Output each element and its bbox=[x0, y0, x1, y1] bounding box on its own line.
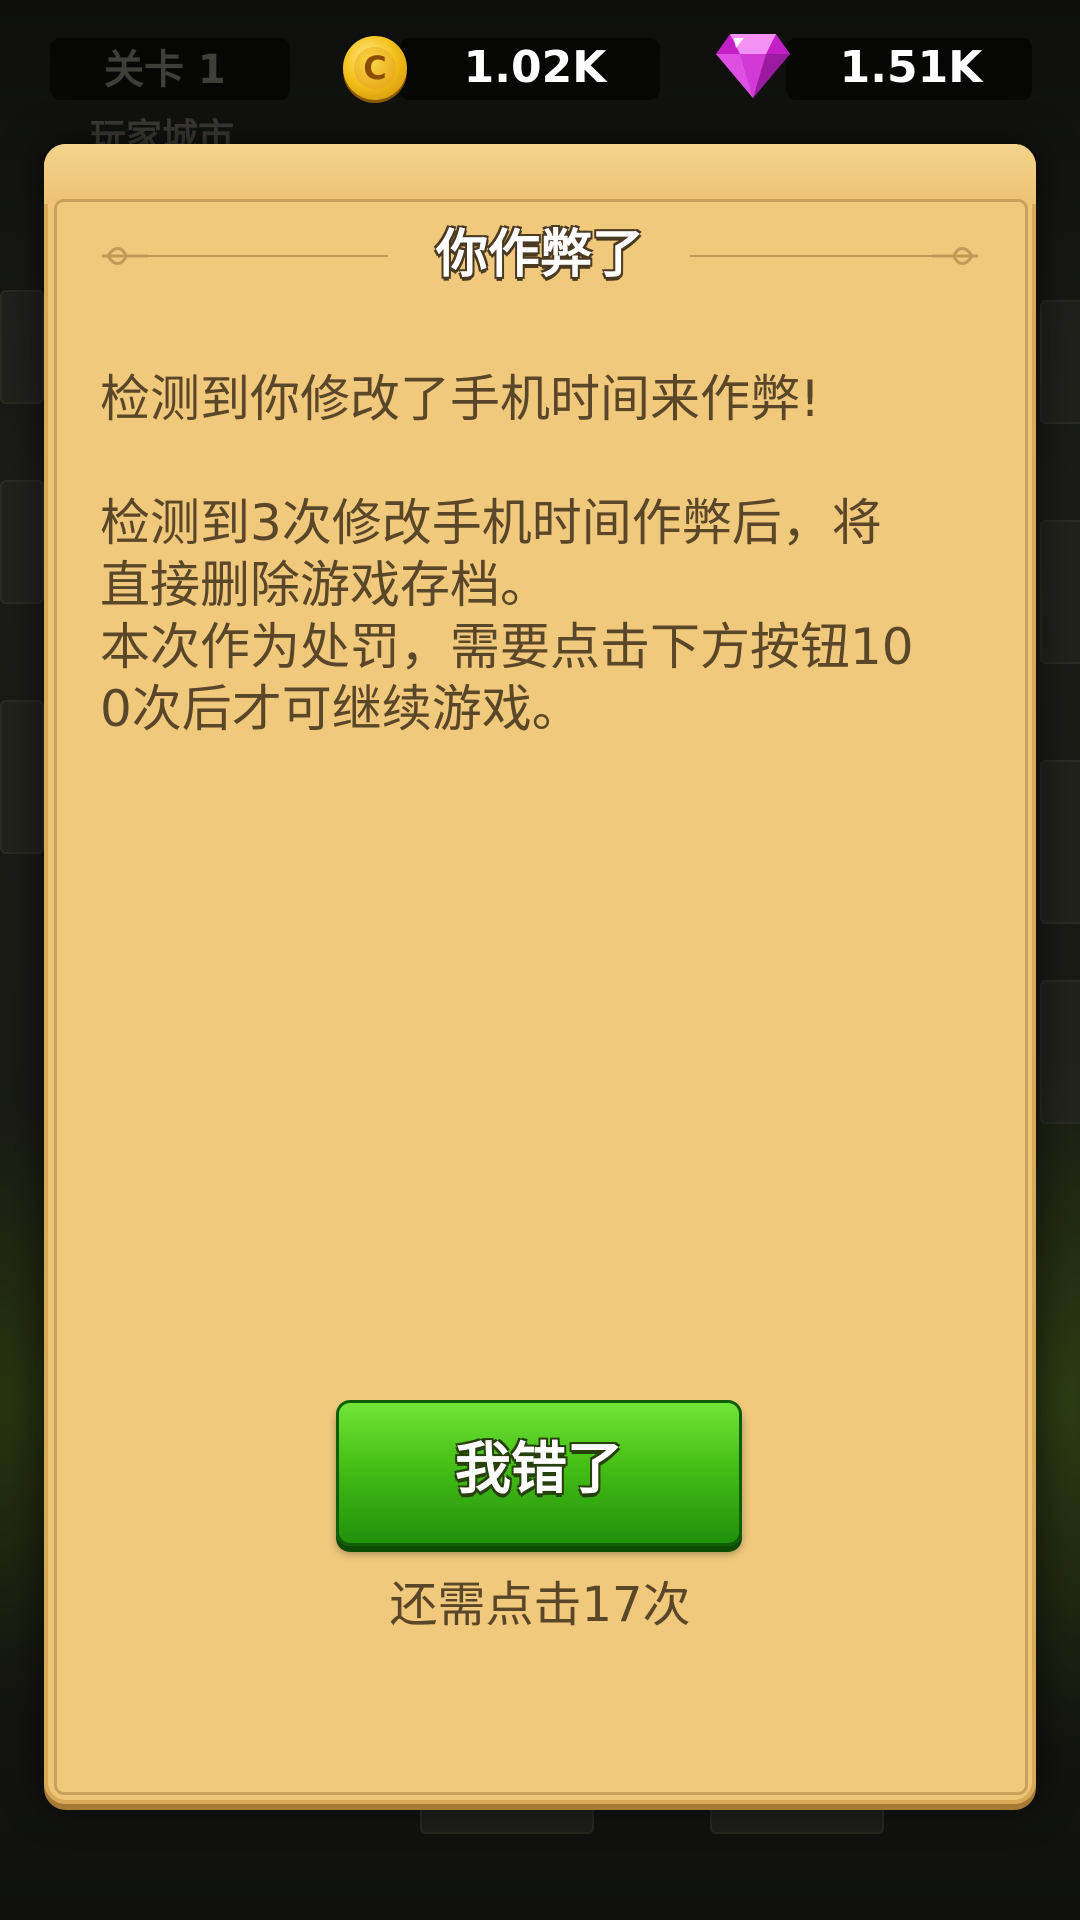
background-brick bbox=[1040, 760, 1080, 924]
dialog-title: 你作弊了 bbox=[435, 225, 644, 285]
coin-count: 1.02K bbox=[463, 42, 607, 93]
background-brick bbox=[1040, 980, 1080, 1124]
level-label: 关卡 1 bbox=[104, 47, 226, 93]
background-brick bbox=[1040, 520, 1080, 664]
title-divider-left bbox=[114, 255, 388, 257]
coin-icon: C bbox=[343, 36, 407, 100]
background-brick bbox=[710, 1800, 884, 1834]
dialog-inner-panel bbox=[54, 199, 1028, 1795]
apologize-button-label: 我错了 bbox=[455, 1437, 623, 1502]
title-flourish-right-icon bbox=[932, 247, 978, 265]
dialog-header-strip bbox=[44, 144, 1036, 204]
background-brick bbox=[0, 480, 44, 604]
remaining-clicks-text: 还需点击17次 bbox=[389, 1577, 691, 1633]
title-divider-right bbox=[690, 255, 964, 257]
gem-count: 1.51K bbox=[839, 42, 983, 93]
penalty-message: 检测到3次修改手机时间作弊后，将 直接删除游戏存档。 本次作为处罚，需要点击下方… bbox=[100, 494, 914, 738]
diamond-icon bbox=[716, 34, 790, 98]
background-brick bbox=[0, 290, 44, 404]
background-brick bbox=[0, 700, 44, 854]
cheat-detected-message: 检测到你修改了手机时间来作弊! bbox=[100, 370, 821, 428]
apologize-button[interactable]: 我错了 bbox=[336, 1400, 742, 1546]
background-brick bbox=[420, 1800, 594, 1834]
background-brick bbox=[1040, 300, 1080, 424]
